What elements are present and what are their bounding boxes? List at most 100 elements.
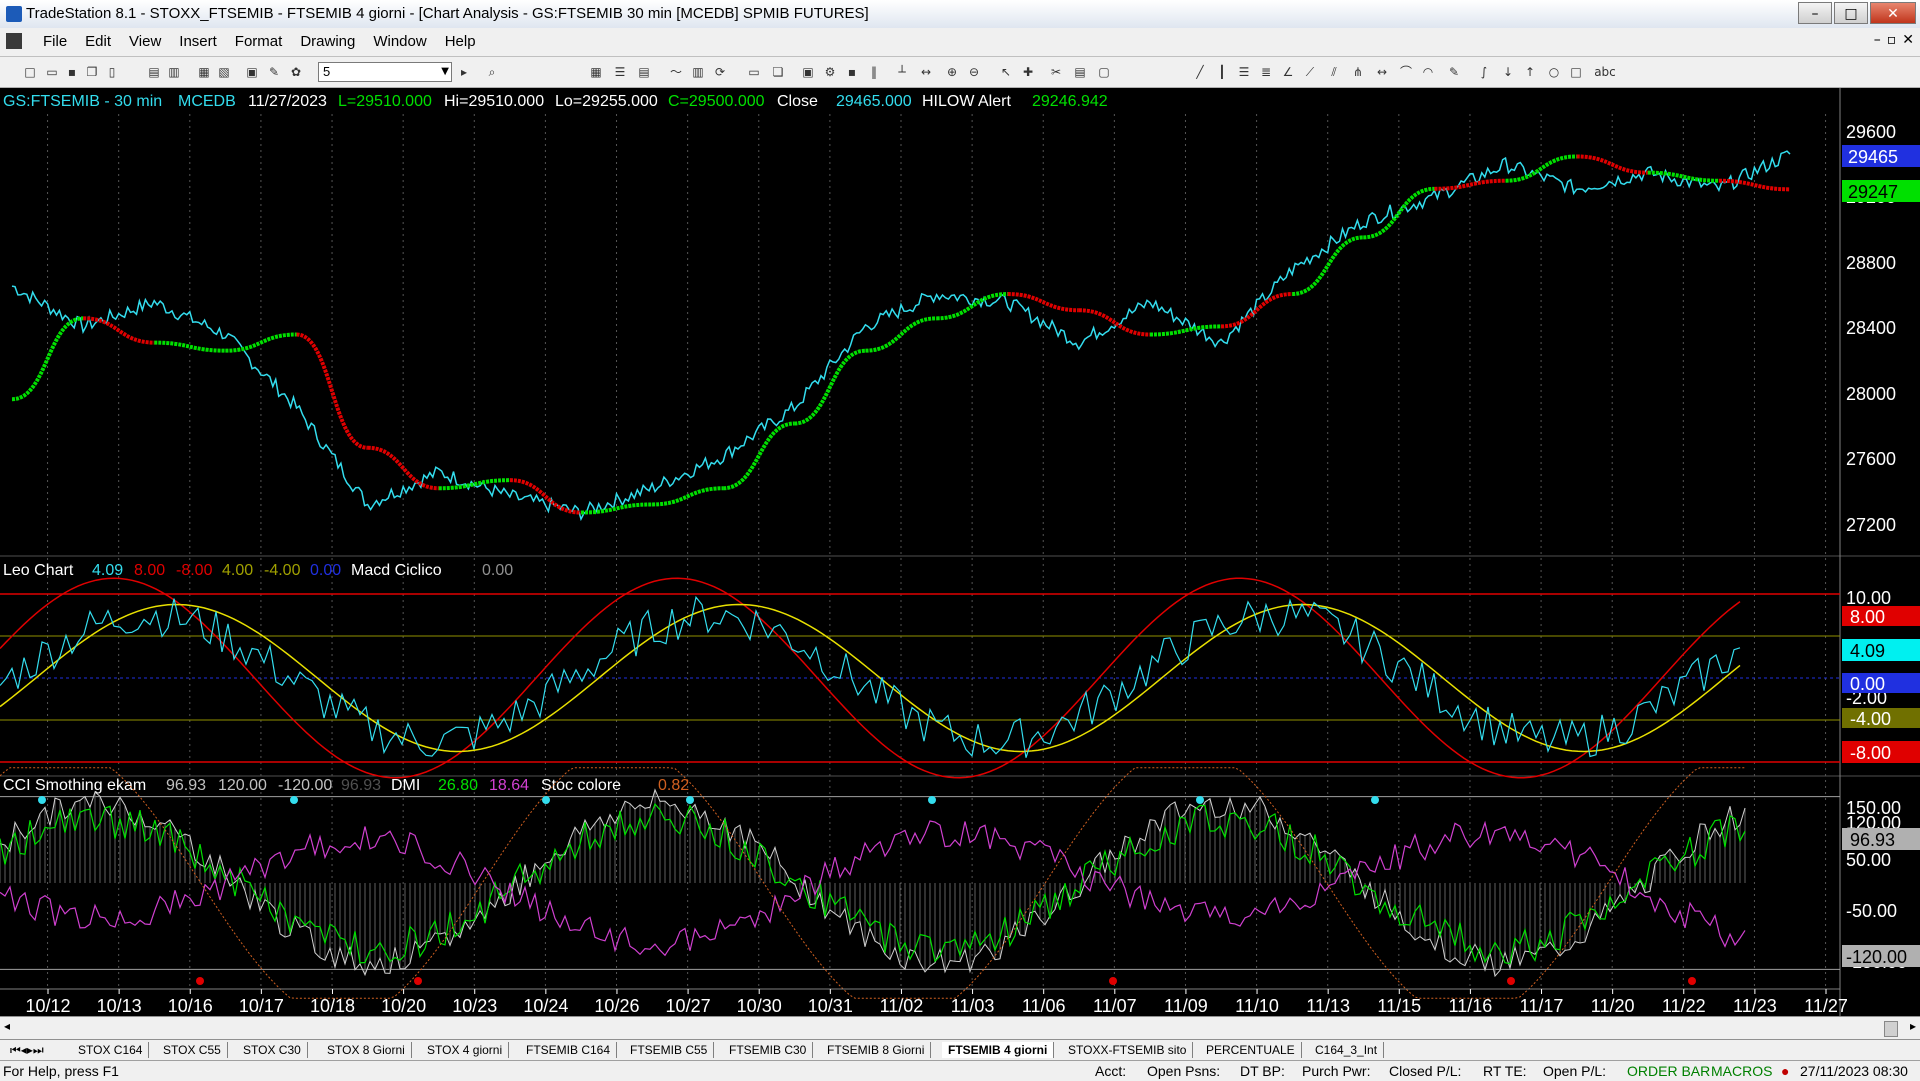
chart-bar-icon[interactable]: ▥ [690, 64, 706, 80]
horizontal-lines-icon[interactable]: ☰ [1236, 64, 1252, 80]
arrow-down-icon[interactable]: ↓ [1500, 64, 1516, 80]
candles-icon[interactable]: ‖ [866, 64, 882, 80]
menu-format[interactable]: Format [226, 33, 292, 50]
channel-icon[interactable]: ⫽ [1326, 64, 1342, 80]
list-icon[interactable]: ☰ [612, 64, 628, 80]
vertical-lines-icon[interactable]: ┃ [1214, 64, 1230, 80]
tab-stox-8-giorni[interactable]: STOX 8 Giorni [321, 1042, 412, 1058]
find-icon[interactable]: ⌕ [484, 64, 500, 80]
tab-c164-3-int[interactable]: C164_3_Int [1309, 1042, 1385, 1058]
curve-icon[interactable]: ∫ [1476, 64, 1492, 80]
x-tick-label: 11/07 [1093, 996, 1137, 1016]
chevron-down-icon[interactable]: ▼ [441, 63, 449, 81]
ellipse-icon[interactable]: ○ [1546, 64, 1562, 80]
andrews-icon[interactable]: ⋔ [1350, 64, 1366, 80]
arrow-up-icon[interactable]: ↑ [1522, 64, 1538, 80]
save-icon[interactable]: ▪ [64, 64, 80, 80]
rectangle-icon[interactable]: □ [1568, 64, 1584, 80]
zoom-out-icon[interactable]: ⊖ [966, 64, 982, 80]
gann-icon[interactable]: ∠ [1280, 64, 1296, 80]
order-bar-label[interactable]: ORDER BAR [1627, 1063, 1710, 1079]
print-icon[interactable]: ▤ [146, 64, 162, 80]
paste-icon[interactable]: ▯ [104, 64, 120, 80]
grid-icon[interactable]: ▦ [588, 64, 604, 80]
tab-stox-c30[interactable]: STOX C30 [237, 1042, 308, 1058]
macros-label[interactable]: MACROS [1711, 1063, 1772, 1079]
leo-badge-8-text: 8.00 [1850, 607, 1885, 627]
minimize-button[interactable]: – [1798, 2, 1832, 24]
tab-ftsemib-4-giorni[interactable]: FTSEMIB 4 giorni [942, 1042, 1055, 1058]
bars-icon[interactable]: ┴ [894, 64, 910, 80]
tools-icon[interactable]: ✂ [1048, 64, 1064, 80]
scroll-right-icon[interactable]: ▸ [1910, 1019, 1916, 1033]
maximize-button[interactable]: □ [1834, 2, 1868, 24]
chart-scrollbar[interactable]: ◂ ▸ [0, 1016, 1920, 1039]
windows-icon[interactable]: ❏ [770, 64, 786, 80]
brush-icon[interactable]: ✎ [266, 64, 282, 80]
expand-icon[interactable]: ↔ [918, 64, 934, 80]
chart-type-icon[interactable]: ▪ [844, 64, 860, 80]
fibonacci-icon[interactable]: ≣ [1258, 64, 1274, 80]
tab-ftsemib-c55[interactable]: FTSEMIB C55 [624, 1042, 715, 1058]
tab-nav-arrows-icon[interactable]: ⏮◂▸⏭ [4, 1042, 50, 1058]
data-window-icon[interactable]: ▣ [800, 64, 816, 80]
mdi-close-button[interactable]: ✕ [1902, 32, 1914, 48]
text-tool-icon[interactable]: abc [1592, 64, 1618, 80]
cascade-icon[interactable]: ▦ [196, 64, 212, 80]
tab-stox-4-giorni[interactable]: STOX 4 giorni [421, 1042, 510, 1058]
scroll-thumb[interactable] [1884, 1021, 1898, 1037]
play-icon[interactable]: ▸ [456, 64, 472, 80]
menu-help[interactable]: Help [436, 33, 485, 50]
format-icon[interactable]: ▤ [1072, 64, 1088, 80]
close-word: Close [777, 93, 818, 110]
close-button[interactable]: ✕ [1870, 2, 1916, 24]
pointer-icon[interactable]: ↖ [998, 64, 1014, 80]
tab-percentuale[interactable]: PERCENTUALE [1200, 1042, 1302, 1058]
menu-window[interactable]: Window [364, 33, 435, 50]
x-tick-label: 10/27 [666, 996, 711, 1016]
arrow-both-icon[interactable]: ↔ [1374, 64, 1390, 80]
palette-icon[interactable]: ✿ [288, 64, 304, 80]
studies-icon[interactable]: ⚙ [822, 64, 838, 80]
tab-ftsemib-c30[interactable]: FTSEMIB C30 [723, 1042, 814, 1058]
scroll-left-icon[interactable]: ◂ [4, 1019, 10, 1033]
table-icon[interactable]: ▤ [636, 64, 652, 80]
interval-combo[interactable]: 5 ▼ [318, 62, 452, 82]
window-icon[interactable]: ▭ [746, 64, 762, 80]
tab-ftsemib-c164[interactable]: FTSEMIB C164 [520, 1042, 618, 1058]
crosshair-icon[interactable]: ✚ [1020, 64, 1036, 80]
tab-ftsemib-8-giorni[interactable]: FTSEMIB 8 Giorni [821, 1042, 932, 1058]
tile-icon[interactable]: ▧ [216, 64, 232, 80]
menu-drawing[interactable]: Drawing [291, 33, 364, 50]
tab-stox-c55[interactable]: STOX C55 [157, 1042, 228, 1058]
lock-icon[interactable]: ▣ [244, 64, 260, 80]
menu-file[interactable]: File [34, 33, 76, 50]
new-file-icon[interactable]: □ [22, 64, 38, 80]
mdi-restore-button[interactable]: ▫ [1887, 32, 1897, 48]
menu-edit[interactable]: Edit [76, 33, 120, 50]
pen-icon[interactable]: ✎ [1446, 64, 1462, 80]
open-icon[interactable]: ▭ [44, 64, 60, 80]
options-icon[interactable]: ▢ [1096, 64, 1112, 80]
arc-icon[interactable]: ◠ [1420, 64, 1436, 80]
tab-stox-c164[interactable]: STOX C164 [72, 1042, 150, 1058]
chart-line-icon[interactable]: 〜 [668, 64, 684, 80]
cci-tick: 50.00 [1846, 850, 1891, 870]
dt-bp-label: DT BP: [1240, 1063, 1285, 1079]
chart-canvas[interactable]: GS:FTSEMIB - 30 min MCEDB 11/27/2023 L=2… [0, 88, 1920, 1016]
zoom-in-icon[interactable]: ⊕ [944, 64, 960, 80]
copy-icon[interactable]: ❐ [84, 64, 100, 80]
x-tick-label: 10/16 [168, 996, 213, 1016]
menu-view[interactable]: View [120, 33, 170, 50]
chart-window-icon[interactable] [6, 33, 22, 49]
cci-value-1: 96.93 [166, 777, 206, 794]
speed-lines-icon[interactable]: ⟋ [1302, 64, 1318, 80]
refresh-icon[interactable]: ⟳ [712, 64, 728, 80]
print-preview-icon[interactable]: ▥ [166, 64, 182, 80]
chart-window[interactable]: GS:FTSEMIB - 30 min MCEDB 11/27/2023 L=2… [0, 88, 1920, 1016]
mdi-minimize-button[interactable]: – [1874, 32, 1881, 48]
tab-stoxx-ftsemib-sito[interactable]: STOXX-FTSEMIB sito [1062, 1042, 1194, 1058]
menu-insert[interactable]: Insert [170, 33, 226, 50]
trendline-icon[interactable]: ╱ [1192, 64, 1208, 80]
cycle-icon[interactable]: ⌒ [1398, 64, 1414, 80]
